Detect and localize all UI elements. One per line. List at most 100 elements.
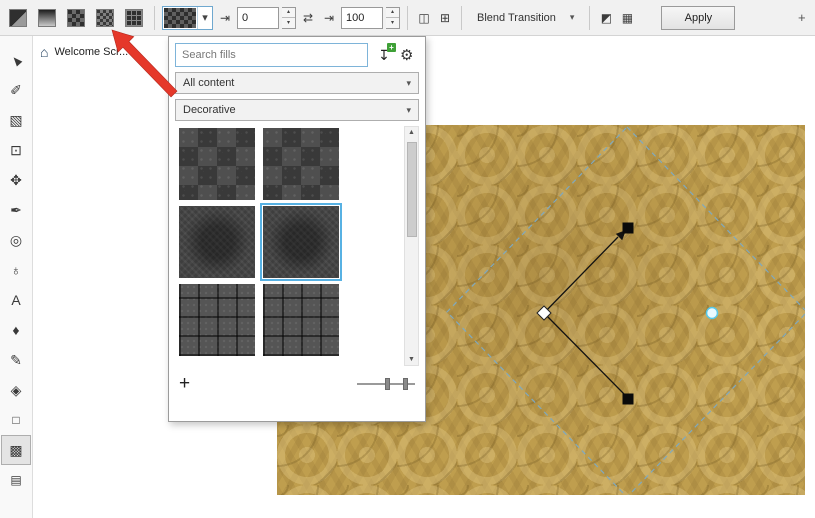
spiral-tool-icon: ◎ [9, 231, 23, 248]
slider-handle[interactable] [403, 377, 408, 390]
content-filter-dropdown[interactable]: All content ▾ [175, 72, 419, 94]
pick-tool[interactable]: ▲ [2, 46, 30, 74]
fill-thumbnail[interactable] [179, 284, 255, 356]
tile-vertical-icon[interactable]: ⊞ [436, 11, 454, 25]
pick-tool-icon: ▲ [5, 49, 27, 71]
chevron-down-icon[interactable]: ▾ [197, 6, 212, 29]
blend-transition-dropdown[interactable]: Blend Transition ▾ [469, 6, 582, 30]
text-tool-icon: A [11, 292, 21, 308]
artistic-media-tool[interactable]: ✒ [2, 196, 30, 224]
stepper-up-button[interactable]: ▴ [386, 8, 399, 18]
outline-tool-icon: □ [12, 413, 20, 427]
pan-tool[interactable]: ✥ [2, 166, 30, 194]
text-tool[interactable]: A [2, 286, 30, 314]
texture-fill-swatch [125, 8, 143, 27]
fountain-fill-icon[interactable] [34, 5, 60, 31]
pattern-size-handle[interactable] [622, 393, 634, 405]
plus-badge-icon: + [387, 42, 396, 52]
scroll-down-icon[interactable]: ▼ [408, 356, 415, 363]
thumbnail-size-slider[interactable] [357, 377, 415, 391]
fountain-fill-swatch [38, 8, 56, 27]
pattern-rotation-handle[interactable] [622, 222, 634, 234]
pattern-fill-icon: ▩ [9, 441, 23, 458]
ink-tool-icon: ♦ [12, 322, 20, 338]
app-window: ▾ ⇥ ▴ ▾ ⇄ ⇥ ▴ ▾ ◫ ⊞ Blend Transition ▾ ◩… [0, 0, 815, 518]
toolbar-separator [407, 5, 408, 30]
shape-tool[interactable]: ✐ [2, 76, 30, 104]
artistic-media-icon: ✒ [10, 201, 22, 218]
toolbar-separator [154, 5, 155, 30]
toolbar-overflow-icon[interactable]: + [798, 10, 810, 25]
pen-tool[interactable]: ✎ [2, 346, 30, 374]
chevron-down-icon: ▾ [406, 77, 411, 88]
uniform-fill-swatch [9, 8, 27, 27]
fill-thumbnail[interactable] [263, 284, 339, 356]
offset-stepper: ▴ ▾ [282, 6, 296, 29]
scale-stepper: ▴ ▾ [386, 6, 400, 29]
texture-fill-icon[interactable] [121, 5, 147, 31]
chevron-down-icon: ▾ [406, 104, 411, 115]
smart-fill-icon: ◈ [10, 381, 22, 398]
extra-tool[interactable]: ▤ [2, 466, 30, 494]
pattern-vector-line [543, 236, 619, 314]
fill-thumbnail-grid [179, 128, 342, 356]
fill-thumbnail-selected[interactable] [260, 203, 342, 281]
spiral-tool[interactable]: ◎ [2, 226, 30, 254]
vector-pattern-swatch [67, 8, 85, 27]
thumbnail-scrollbar[interactable]: ▲ ▼ [404, 126, 419, 366]
ink-tool[interactable]: ♦ [2, 316, 30, 344]
fill-picker-footer: + [175, 374, 419, 393]
chevron-down-icon: ▾ [569, 12, 575, 22]
gear-icon[interactable]: ⚙ [400, 46, 413, 64]
basic-shapes-icon: ♁ [10, 262, 22, 278]
wireframe-pattern-icon[interactable]: ▦ [618, 11, 636, 25]
pen-tool-icon: ✎ [10, 351, 22, 368]
extra-tool-icon: ▤ [10, 473, 22, 487]
fill-thumbnail[interactable] [179, 128, 255, 200]
crop-tool-icon: ⊡ [10, 141, 22, 158]
tile-horizontal-icon[interactable]: ◫ [415, 11, 433, 25]
fill-picker-trigger[interactable]: ▾ [162, 5, 213, 30]
toolbox: ▲ ✐ ▧ ⊡ ✥ ✒ ◎ ♁ A ♦ ✎ ◈ □ ▩ ▤ [0, 36, 33, 518]
scale-icon: ⇥ [323, 10, 335, 25]
scrollbar-thumb[interactable] [407, 142, 417, 237]
fill-thumbnail[interactable] [263, 128, 339, 200]
fill-thumbnail-area: ▲ ▼ [175, 126, 419, 366]
fill-thumbnail[interactable] [179, 206, 255, 278]
pattern-fill-tool[interactable]: ▩ [1, 435, 31, 465]
tab-label: Welcome Scr... [54, 46, 129, 58]
blend-transition-label: Blend Transition [477, 11, 556, 24]
content-filter-value: All content [183, 77, 235, 89]
smart-fill-tool[interactable]: ◈ [2, 376, 30, 404]
basic-shapes-tool[interactable]: ♁ [2, 256, 30, 284]
pattern-tile-outline [446, 126, 805, 495]
property-toolbar: ▾ ⇥ ▴ ▾ ⇄ ⇥ ▴ ▾ ◫ ⊞ Blend Transition ▾ ◩… [0, 0, 815, 36]
toolbar-separator [461, 5, 462, 30]
mirror-tiles-icon[interactable]: ⇄ [299, 11, 317, 25]
freehand-pick-tool[interactable]: ▧ [2, 106, 30, 134]
vector-pattern-fill-icon[interactable] [63, 5, 89, 31]
category-filter-dropdown[interactable]: Decorative ▾ [175, 99, 419, 121]
outline-tool[interactable]: □ [2, 406, 30, 434]
category-filter-value: Decorative [183, 104, 236, 116]
apply-button[interactable]: Apply [661, 5, 736, 30]
fill-search-input[interactable] [175, 43, 368, 67]
fill-scale-input[interactable] [341, 6, 383, 29]
add-fill-button[interactable]: + [179, 374, 190, 393]
scroll-up-icon[interactable]: ▲ [408, 129, 415, 136]
uniform-fill-icon[interactable] [5, 5, 31, 31]
crop-tool[interactable]: ⊡ [2, 136, 30, 164]
fill-offset-input[interactable] [237, 6, 279, 29]
tab-welcome-screen[interactable]: ⌂ Welcome Scr... [40, 44, 128, 60]
stepper-down-button[interactable]: ▾ [386, 18, 399, 28]
slider-handle[interactable] [385, 377, 390, 390]
bitmap-pattern-fill-icon[interactable] [92, 5, 118, 31]
pattern-edge-handle[interactable] [705, 306, 719, 320]
import-fills-icon[interactable]: ↧ + [375, 42, 396, 64]
pan-tool-icon: ✥ [10, 171, 22, 188]
stepper-up-button[interactable]: ▴ [282, 8, 295, 18]
home-icon: ⌂ [40, 44, 49, 60]
edit-fill-icon[interactable]: ◩ [597, 11, 615, 25]
bitmap-pattern-swatch [96, 8, 114, 27]
stepper-down-button[interactable]: ▾ [282, 18, 295, 28]
